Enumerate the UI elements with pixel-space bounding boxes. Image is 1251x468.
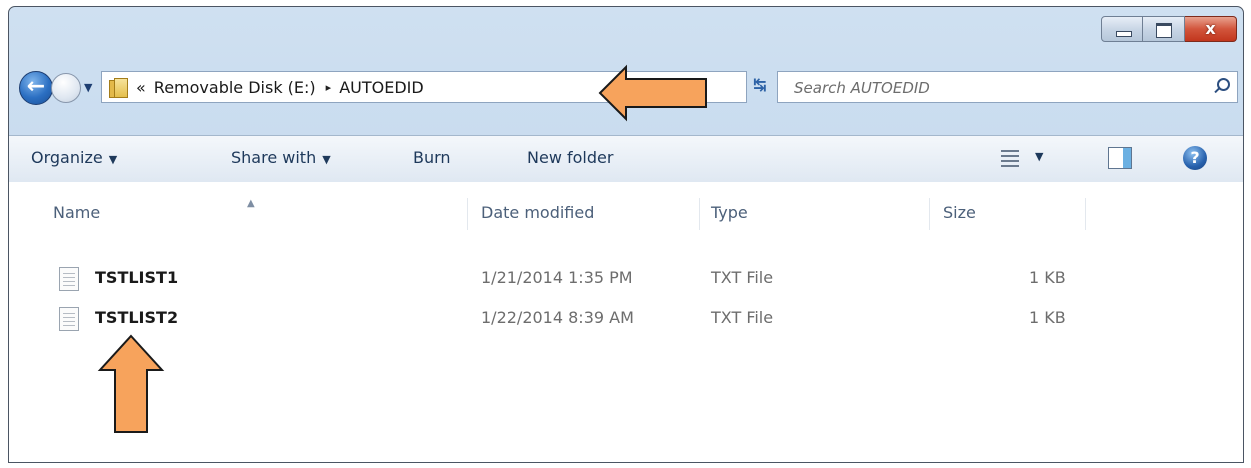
organize-button[interactable]: Organize ▼ [31,148,117,167]
breadcrumb-removable-disk[interactable]: Removable Disk (E:) [154,78,316,97]
file-name: TSTLIST2 [95,308,179,327]
command-bar: Organize ▼ Share with ▼ Burn New folder ▼ … [9,135,1243,183]
address-bar[interactable]: « Removable Disk (E:) ▸ AUTOEDID [101,71,747,103]
title-bar: x [9,7,1243,63]
breadcrumb-overflow[interactable]: « [136,78,146,97]
folder-icon [108,76,128,98]
view-options-chevron-icon[interactable]: ▼ [1035,150,1043,163]
breadcrumb-separator-icon[interactable]: ▸ [326,81,332,94]
text-file-icon [59,267,79,291]
chevron-down-icon: ▼ [108,153,118,166]
close-icon: x [1205,19,1216,38]
window-controls: x [1101,16,1237,42]
column-header-size[interactable]: Size [943,203,976,222]
file-type: TXT File [711,268,774,287]
organize-label: Organize [31,148,103,167]
navigation-bar: ← ▼ « Removable Disk (E:) ▸ AUTOEDID ↹ [9,67,1243,109]
refresh-button[interactable]: ↹ [749,75,771,99]
column-header-name[interactable]: Name [53,203,100,222]
help-icon[interactable]: ? [1183,146,1207,170]
file-date-modified: 1/22/2014 8:39 AM [481,308,634,327]
column-divider[interactable] [929,198,930,230]
file-name: TSTLIST1 [95,268,179,287]
column-divider[interactable] [467,198,468,230]
search-input[interactable] [792,77,1176,99]
share-with-label: Share with [231,148,317,167]
search-box[interactable] [777,71,1238,103]
file-size: 1 KB [1029,268,1066,287]
file-row-tstlist2[interactable]: TSTLIST2 1/22/2014 8:39 AM TXT File 1 KB [9,304,1243,338]
file-type: TXT File [711,308,774,327]
column-header-type[interactable]: Type [711,203,748,222]
breadcrumb-autoedid[interactable]: AUTOEDID [339,78,424,97]
search-icon[interactable] [1213,77,1230,95]
share-with-button[interactable]: Share with ▼ [231,148,331,167]
change-view-icon[interactable] [1001,149,1019,167]
file-list: ▲ Name Date modified Type Size TSTLIST1 … [9,182,1243,462]
recent-pages-dropdown[interactable]: ▼ [84,81,92,94]
back-button[interactable]: ← [19,71,53,105]
maximize-button[interactable] [1143,16,1185,42]
explorer-window: x ← ▼ « Removable Disk (E:) ▸ AUTOEDID ↹… [8,6,1244,463]
chevron-down-icon: ▼ [322,153,331,166]
file-date-modified: 1/21/2014 1:35 PM [481,268,633,287]
column-divider[interactable] [1085,198,1086,230]
new-folder-button[interactable]: New folder [527,148,613,167]
column-headers: ▲ Name Date modified Type Size [9,198,1243,232]
forward-button[interactable] [51,73,81,103]
sort-ascending-icon: ▲ [247,198,255,209]
column-header-date-modified[interactable]: Date modified [481,203,594,222]
burn-button[interactable]: Burn [413,148,451,167]
back-arrow-icon: ← [26,74,46,99]
maximize-icon [1156,23,1172,38]
close-button[interactable]: x [1185,16,1237,42]
minimize-button[interactable] [1101,16,1143,42]
text-file-icon [59,307,79,331]
file-size: 1 KB [1029,308,1066,327]
minimize-icon [1116,31,1132,37]
chevron-down-icon: ▼ [84,81,93,94]
column-divider[interactable] [699,198,700,230]
preview-pane-icon[interactable] [1108,147,1132,169]
file-row-tstlist1[interactable]: TSTLIST1 1/21/2014 1:35 PM TXT File 1 KB [9,264,1243,298]
refresh-icon: ↹ [753,75,767,94]
